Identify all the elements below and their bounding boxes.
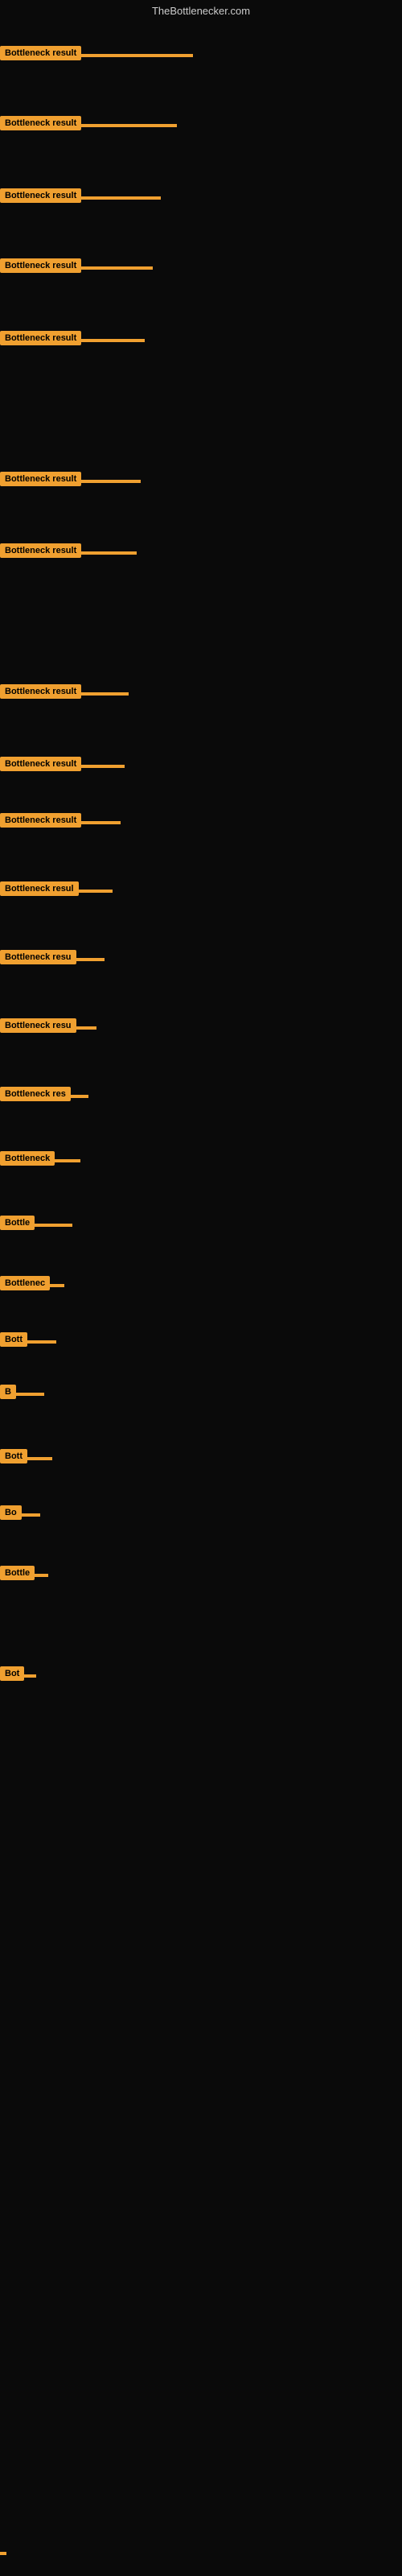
bottleneck-badge-21: Bo bbox=[0, 1505, 22, 1520]
bottleneck-badge-6: Bottleneck result bbox=[0, 472, 81, 486]
bottleneck-badge-22: Bottle bbox=[0, 1566, 35, 1580]
bottleneck-badge-20: Bott bbox=[0, 1449, 27, 1463]
bottleneck-badge-19: B bbox=[0, 1385, 16, 1399]
bottleneck-badge-16: Bottle bbox=[0, 1216, 35, 1230]
bottleneck-badge-11: Bottleneck resul bbox=[0, 881, 79, 896]
bottleneck-badge-12: Bottleneck resu bbox=[0, 950, 76, 964]
bottleneck-badge-1: Bottleneck result bbox=[0, 46, 81, 60]
bottleneck-badge-13: Bottleneck resu bbox=[0, 1018, 76, 1033]
bottleneck-badge-14: Bottleneck res bbox=[0, 1087, 71, 1101]
bottleneck-badge-8: Bottleneck result bbox=[0, 684, 81, 699]
bottleneck-badge-15: Bottleneck bbox=[0, 1151, 55, 1166]
bottleneck-badge-10: Bottleneck result bbox=[0, 813, 81, 828]
bottleneck-badge-3: Bottleneck result bbox=[0, 188, 81, 203]
bottleneck-badge-5: Bottleneck result bbox=[0, 331, 81, 345]
bottleneck-badge-4: Bottleneck result bbox=[0, 258, 81, 273]
bottleneck-badge-7: Bottleneck result bbox=[0, 543, 81, 558]
bottleneck-badge-2: Bottleneck result bbox=[0, 116, 81, 130]
small-bar-1 bbox=[0, 2552, 6, 2555]
bottleneck-badge-17: Bottlenec bbox=[0, 1276, 50, 1290]
bottleneck-badge-9: Bottleneck result bbox=[0, 757, 81, 771]
bottleneck-badge-18: Bott bbox=[0, 1332, 27, 1347]
site-title: TheBottlenecker.com bbox=[0, 5, 402, 17]
bottleneck-badge-23: Bot bbox=[0, 1666, 24, 1681]
